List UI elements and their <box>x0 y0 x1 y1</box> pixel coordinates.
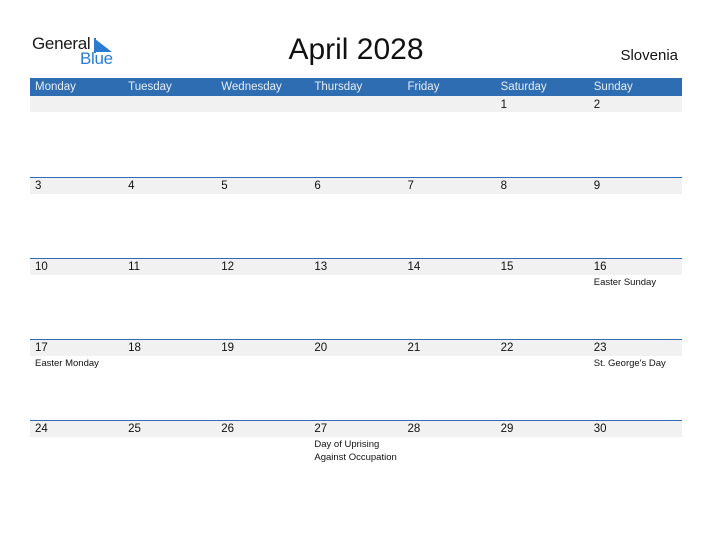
day-number: 8 <box>500 180 508 192</box>
day-cell: 26 <box>216 420 309 501</box>
day-number: 10 <box>35 261 48 273</box>
day-cell: 23 St. George's Day <box>589 339 682 420</box>
weekday-friday: Friday <box>407 81 440 93</box>
day-cell: 30 <box>589 420 682 501</box>
day-cell: 12 <box>216 258 309 339</box>
holiday-label: St. George's Day <box>593 358 666 369</box>
day-cell: 16 Easter Sunday <box>589 258 682 339</box>
day-number: 27 <box>314 423 328 435</box>
day-cell: 1 <box>496 96 589 177</box>
day-cell <box>216 96 309 177</box>
weekday-header: Monday Tuesday Wednesday Thursday Friday… <box>30 78 682 96</box>
day-cell: 3 <box>30 177 123 258</box>
week-cells: 24 25 26 27 Day of Uprising Against Occupati… <box>30 420 682 501</box>
day-cell: 10 <box>30 258 123 339</box>
day-cell: 17 Easter Monday <box>30 339 123 420</box>
week-cells: 17 Easter Monday 18 19 20 21 22 23 St. George's … <box>30 339 682 420</box>
day-number: 24 <box>35 423 48 435</box>
weekday-saturday: Saturday <box>500 81 547 93</box>
day-cell: 28 <box>403 420 496 501</box>
day-number: 7 <box>407 180 414 192</box>
day-cell <box>123 96 216 177</box>
weekday-sunday: Sunday <box>593 81 633 93</box>
week-cells: 12 <box>30 96 682 177</box>
week-cells: 10 11 12 13 14 15 16 Easter Sunday <box>30 258 682 339</box>
day-number: 13 <box>314 261 328 273</box>
day-cell: 5 <box>216 177 309 258</box>
day-number: 23 <box>593 342 607 354</box>
weekday-wednesday: Wednesday <box>221 81 282 93</box>
week-row: 12 <box>30 96 682 177</box>
day-number: 18 <box>128 342 141 354</box>
day-cell: 2 <box>589 96 682 177</box>
weekday-monday: Monday <box>35 81 76 93</box>
day-number: 9 <box>593 180 601 192</box>
day-number: 15 <box>500 261 514 273</box>
day-number: 28 <box>407 423 421 435</box>
week-row: 24 25 26 27 Day of Uprising Against Occupati… <box>30 420 682 501</box>
day-number: 26 <box>221 423 235 435</box>
week-cells: 3 4 5 6 7 8 9 <box>30 177 682 258</box>
weekday-tuesday: Tuesday <box>128 81 172 93</box>
day-number: 5 <box>221 180 228 192</box>
week-row: 3 4 5 6 7 8 9 <box>30 177 682 258</box>
holiday-label: Easter Sunday <box>593 277 657 288</box>
day-number: 20 <box>314 342 328 354</box>
day-cell: 25 <box>123 420 216 501</box>
holiday-label: Easter Monday <box>35 358 99 369</box>
day-cell: 19 <box>216 339 309 420</box>
calendar-title: April 2028 <box>288 33 424 66</box>
day-number: 25 <box>128 423 141 435</box>
day-cell: 8 <box>496 177 589 258</box>
day-cell: 4 <box>123 177 216 258</box>
day-cell: 21 <box>403 339 496 420</box>
day-number: 19 <box>221 342 235 354</box>
day-cell: 7 <box>403 177 496 258</box>
day-number: 16 <box>593 261 607 273</box>
day-cell: 27 Day of Uprising Against Occupation <box>309 420 402 501</box>
day-number: 30 <box>593 423 607 435</box>
week-row: 17 Easter Monday 18 19 20 21 22 23 St. George's … <box>30 339 682 420</box>
day-number: 2 <box>593 99 601 111</box>
day-number: 21 <box>407 342 421 354</box>
day-number: 4 <box>128 180 135 192</box>
day-cell: 22 <box>496 339 589 420</box>
day-cell: 20 <box>309 339 402 420</box>
day-number: 17 <box>35 342 48 354</box>
day-cell: 18 <box>123 339 216 420</box>
day-cell: 24 <box>30 420 123 501</box>
holiday-label: Day of Uprising Against Occupation <box>314 439 397 463</box>
day-number: 22 <box>500 342 514 354</box>
day-cell: 29 <box>496 420 589 501</box>
day-number: 3 <box>35 180 42 192</box>
day-cell <box>30 96 123 177</box>
country-label: Slovenia <box>620 47 678 64</box>
day-cell <box>309 96 402 177</box>
day-cell: 6 <box>309 177 402 258</box>
day-number: 12 <box>221 261 235 273</box>
day-cell: 9 <box>589 177 682 258</box>
day-number: 29 <box>500 423 514 435</box>
day-cell: 15 <box>496 258 589 339</box>
week-row: 10 11 12 13 14 15 16 Easter Sunday <box>30 258 682 339</box>
day-number: 14 <box>407 261 421 273</box>
day-cell: 11 <box>123 258 216 339</box>
day-cell: 13 <box>309 258 402 339</box>
weekday-thursday: Thursday <box>314 81 363 93</box>
day-number: 6 <box>314 180 321 192</box>
day-number: 11 <box>128 261 141 273</box>
day-cell <box>403 96 496 177</box>
day-number: 1 <box>500 99 508 111</box>
day-cell: 14 <box>403 258 496 339</box>
